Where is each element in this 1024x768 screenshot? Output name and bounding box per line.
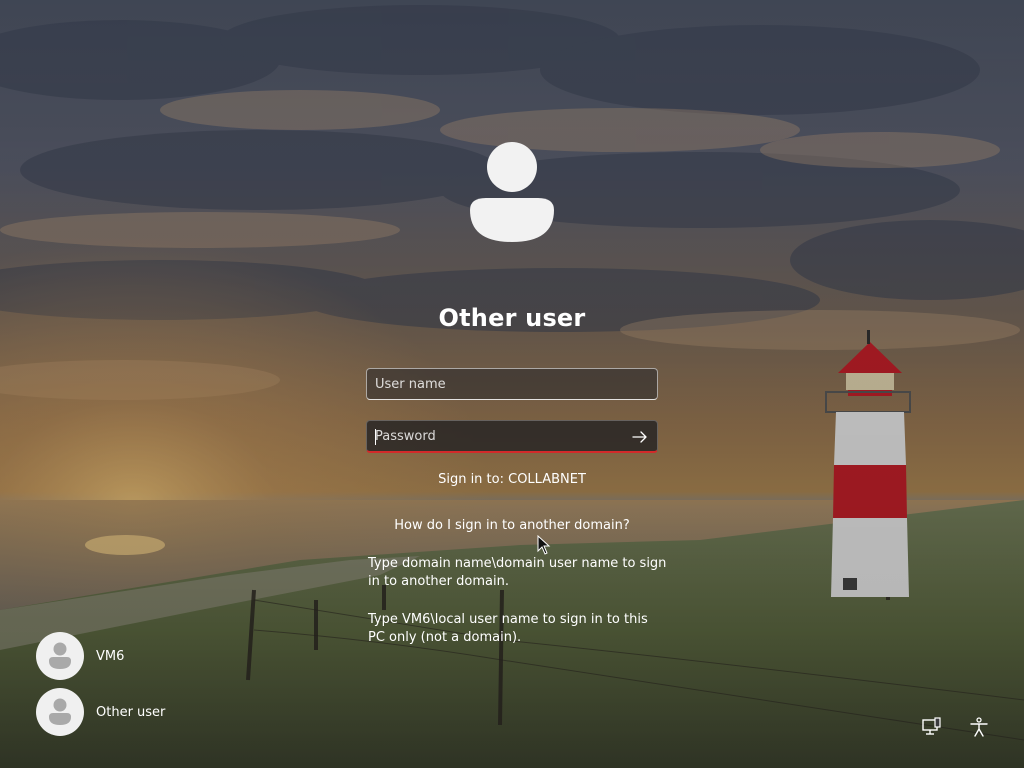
sign-in-domain-label: Sign in to: COLLABNET bbox=[438, 472, 586, 487]
user-avatar-large bbox=[462, 140, 562, 244]
user-silhouette-icon bbox=[49, 698, 71, 725]
user-avatar bbox=[36, 688, 84, 736]
user-switcher-list: VM6 Other user bbox=[36, 632, 165, 744]
user-tile-other-user[interactable]: Other user bbox=[36, 688, 165, 736]
password-input[interactable] bbox=[367, 421, 657, 451]
arrow-right-icon bbox=[632, 431, 647, 443]
accessibility-button[interactable] bbox=[968, 716, 990, 738]
user-tile-label: VM6 bbox=[96, 648, 125, 664]
network-icon bbox=[922, 717, 941, 735]
user-silhouette-icon bbox=[49, 642, 71, 669]
user-avatar bbox=[36, 632, 84, 680]
network-button[interactable] bbox=[920, 716, 942, 738]
username-field[interactable] bbox=[366, 368, 658, 400]
user-tile-label: Other user bbox=[96, 704, 166, 720]
user-silhouette-icon bbox=[470, 142, 554, 242]
mouse-pointer-icon bbox=[537, 535, 551, 555]
other-domain-help-link[interactable]: How do I sign in to another domain? bbox=[312, 518, 712, 533]
user-tile-vm6[interactable]: VM6 bbox=[36, 632, 165, 680]
accessibility-icon bbox=[970, 717, 988, 737]
password-field[interactable] bbox=[366, 420, 658, 453]
help-text-local: Type VM6\local user name to sign in to t… bbox=[368, 612, 648, 645]
text-caret bbox=[375, 429, 376, 445]
submit-button[interactable] bbox=[627, 425, 653, 449]
username-input[interactable] bbox=[367, 369, 657, 399]
page-title: Other user bbox=[438, 304, 586, 332]
help-text-domain: Type domain name\domain user name to sig… bbox=[368, 556, 667, 589]
